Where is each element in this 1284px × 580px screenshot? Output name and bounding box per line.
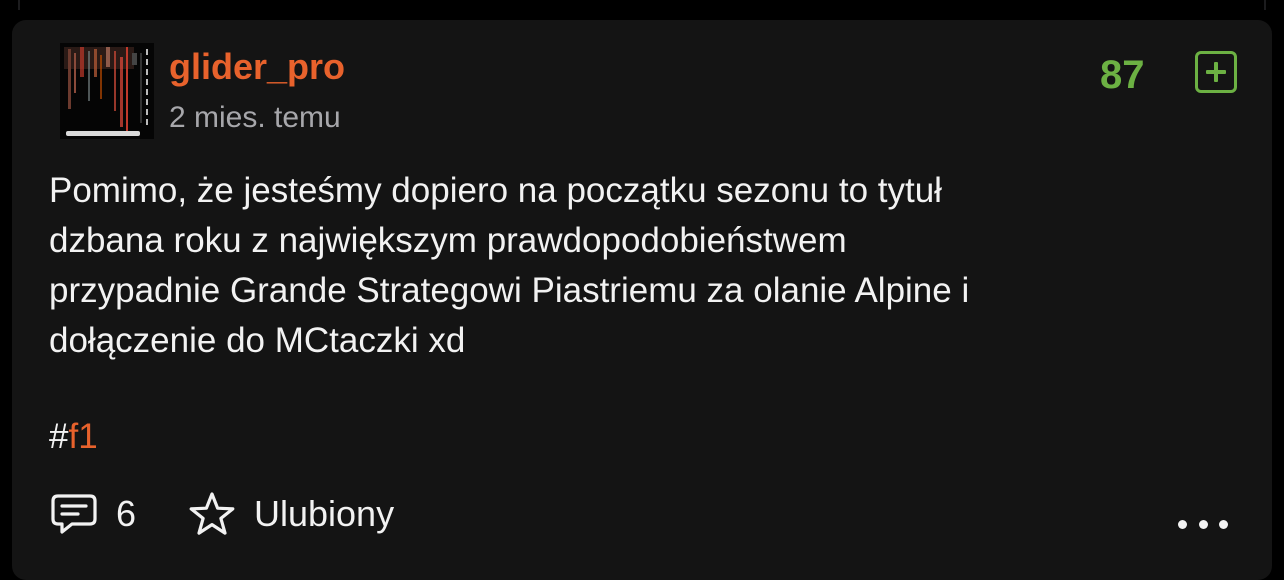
post-body: Pomimo, że jesteśmy dopiero na początku …	[49, 171, 970, 360]
upvote-button[interactable]	[1195, 51, 1237, 93]
post-card: glider_pro 2 mies. temu 87 Pomimo, że je…	[12, 20, 1272, 580]
avatar-image	[60, 43, 154, 139]
more-dots-icon	[1178, 519, 1187, 529]
post-timestamp: 2 mies. temu	[169, 101, 341, 134]
hashtag-link[interactable]: f1	[68, 417, 97, 456]
hashtag: #f1	[49, 414, 98, 460]
hashtag-symbol: #	[49, 417, 69, 456]
comment-count: 6	[116, 493, 137, 534]
divider	[18, 0, 20, 10]
author-username[interactable]: glider_pro	[169, 45, 345, 89]
favorite-label: Ulubiony	[254, 493, 395, 534]
more-options-button[interactable]	[1178, 514, 1228, 534]
star-outline-icon	[189, 492, 235, 535]
comments-button[interactable]: 6	[50, 490, 136, 538]
vote-score: 87	[1100, 53, 1145, 97]
speech-bubble-icon	[51, 494, 97, 534]
divider	[1264, 0, 1266, 10]
avatar[interactable]	[60, 43, 154, 139]
top-strip	[0, 0, 1284, 20]
favorite-button[interactable]: Ulubiony	[188, 490, 394, 538]
